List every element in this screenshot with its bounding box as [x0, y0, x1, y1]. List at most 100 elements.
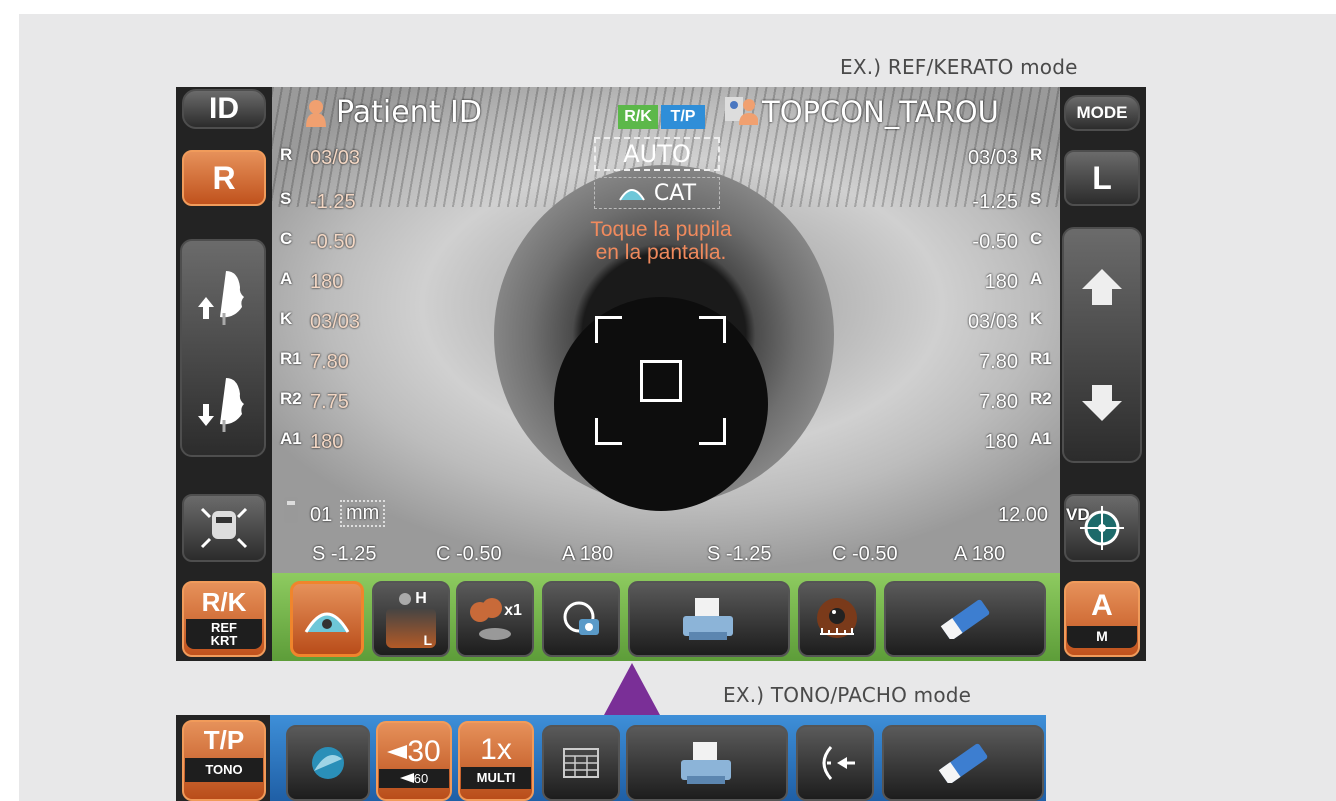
right-eye-value-c: -0.50 — [310, 231, 356, 253]
chinrest-up-button[interactable] — [188, 250, 258, 340]
tp-erase-button[interactable] — [882, 725, 1044, 801]
right-eye-label-k: K — [280, 309, 293, 328]
multi-1x-label: 1x — [480, 733, 512, 766]
eraser-icon — [938, 743, 988, 783]
eye-sphere-icon — [312, 747, 344, 779]
measurement-counter: 01 — [310, 504, 333, 526]
mode-tp-button[interactable]: T/P TONO — [182, 720, 266, 801]
mode-tono-label: TONO — [205, 762, 243, 777]
left-eye-value-a1: 180 — [984, 431, 1018, 453]
left-eye-value-r2: 7.80 — [979, 391, 1018, 413]
left-eye-label-r2: R2 — [1030, 389, 1052, 408]
printer-icon — [683, 598, 733, 640]
tono-eye-button[interactable] — [286, 725, 370, 801]
table-icon — [563, 748, 599, 778]
vd-label: VD — [1066, 505, 1090, 524]
right-eye-value-r: 03/03 — [310, 147, 361, 169]
summary-right-c: C -0.50 — [436, 543, 502, 565]
summary-left-s: S -1.25 — [707, 543, 772, 565]
left-eye-label-a: A — [1030, 269, 1043, 288]
arrow-down-icon — [1082, 385, 1122, 421]
multi-measure-button[interactable]: x1 — [456, 581, 534, 657]
pupil-image — [554, 297, 768, 511]
main-screen: ID R R/K REF KRT MODE L A M Patient ID R… — [176, 87, 1146, 661]
right-eye-value-k: 03/03 — [310, 311, 361, 333]
right-eye-value-a: 180 — [310, 271, 344, 293]
alignment-target — [640, 360, 682, 402]
right-eye-label-r1: R1 — [280, 349, 302, 368]
cataract-toolbar-button[interactable] — [290, 581, 364, 657]
left-eye-label-a1: A1 — [1030, 429, 1052, 448]
image-capture-button[interactable] — [542, 581, 620, 657]
right-eye-label-c: C — [280, 229, 293, 248]
data-table-button[interactable] — [542, 725, 620, 801]
right-eye-label-r2: R2 — [280, 389, 302, 408]
pressure-low-icon — [399, 773, 414, 783]
erase-button[interactable] — [884, 581, 1046, 657]
right-eye-label-a: A — [280, 269, 293, 288]
eraser-icon — [940, 599, 990, 639]
cloud-small-icon — [479, 628, 511, 640]
mode-button[interactable]: MODE — [1064, 95, 1140, 131]
pressure-30-label: 30 — [407, 734, 441, 768]
auto-manual-button[interactable]: A M — [1064, 581, 1140, 657]
cataract-mode-toggle[interactable]: CAT — [594, 177, 720, 209]
tp-badge: T/P — [661, 105, 705, 129]
left-eye-value-a: 180 — [984, 271, 1018, 293]
pressure-high-icon — [387, 744, 408, 759]
summary-right-s: S -1.25 — [312, 543, 377, 565]
arrow-up-icon — [1082, 269, 1122, 305]
patient-id-label[interactable]: Patient ID — [336, 95, 482, 130]
chinrest-control — [180, 239, 266, 457]
up-down-control — [1062, 227, 1142, 463]
caption-ref-kerato: EX.) REF/KERATO mode — [840, 55, 1078, 79]
mode-krt-label: KRT — [210, 633, 238, 648]
multi-label: MULTI — [476, 770, 516, 785]
cornea-arrow-icon — [822, 746, 855, 780]
height-low-label: L — [423, 632, 432, 648]
cataract-eye-icon — [619, 189, 645, 201]
right-eye-button-label: R — [212, 159, 236, 196]
left-eye-value-c: -0.50 — [972, 231, 1018, 253]
right-eye-value-s: -1.25 — [310, 191, 356, 213]
camera-search-icon — [563, 601, 599, 635]
tp-print-button[interactable] — [626, 725, 788, 801]
multi-tono-button[interactable]: 1x MULTI — [458, 721, 534, 801]
left-eye-value-s: -1.25 — [972, 191, 1018, 213]
move-up-button[interactable] — [1070, 237, 1134, 337]
chinrest-down-icon — [198, 377, 244, 432]
pointer-arrow — [604, 663, 660, 715]
left-eye-button[interactable]: L — [1064, 150, 1140, 206]
head-align-button[interactable] — [182, 494, 266, 562]
left-eye-label-k: K — [1030, 309, 1043, 328]
right-eye-label-s: S — [280, 189, 292, 208]
chinrest-down-button[interactable] — [188, 357, 258, 447]
print-button[interactable] — [628, 581, 790, 657]
pressure-select-button[interactable]: 30 60 — [376, 721, 452, 801]
unit-selector[interactable]: mm — [340, 500, 386, 527]
height-high-label: H — [415, 590, 427, 607]
caption-tono-pacho: EX.) TONO/PACHO mode — [723, 683, 972, 707]
pachy-button[interactable] — [796, 725, 874, 801]
patient-card-icon — [725, 97, 758, 125]
move-down-button[interactable] — [1070, 353, 1134, 453]
right-eye-button[interactable]: R — [182, 150, 266, 206]
pressure-60-label: 60 — [413, 770, 429, 786]
mode-rk-button[interactable]: R/K REF KRT — [182, 581, 266, 657]
height-adjust-button[interactable]: H L — [372, 581, 450, 657]
left-eye-value-r: 03/03 — [967, 147, 1018, 169]
id-button[interactable]: ID — [182, 89, 266, 129]
eye-scale-icon — [817, 598, 857, 638]
printer-icon — [681, 742, 731, 784]
left-eye-value-r1: 7.80 — [979, 351, 1018, 373]
chinrest-up-icon — [198, 270, 244, 325]
auto-label: A — [1091, 589, 1113, 622]
printer-counter-icon — [284, 497, 298, 523]
manual-label: M — [1096, 628, 1108, 644]
left-eye-label-r1: R1 — [1030, 349, 1052, 368]
instruction-text: Toque la pupila en la pantalla. — [566, 218, 756, 264]
left-eye-label-s: S — [1030, 189, 1042, 208]
multi-count-label: x1 — [504, 602, 522, 619]
auto-mode-toggle[interactable]: AUTO — [594, 137, 720, 171]
pupil-measure-button[interactable] — [798, 581, 876, 657]
